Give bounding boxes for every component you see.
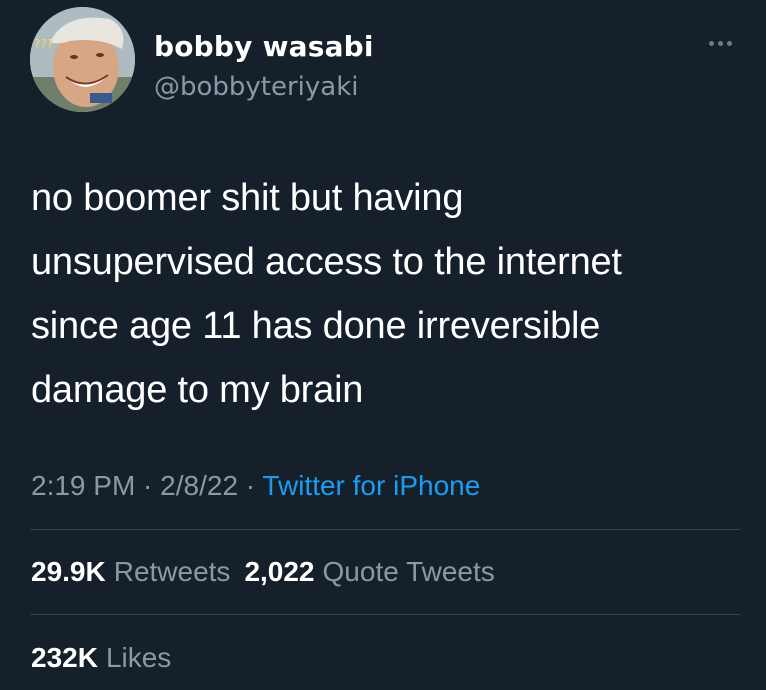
- more-options-button[interactable]: [700, 29, 740, 57]
- likes-stats: 232K Likes: [31, 640, 185, 676]
- avatar-caption: ???: [34, 37, 54, 51]
- tweet-time[interactable]: 2:19 PM: [31, 470, 135, 501]
- likes-count: 232K: [31, 642, 98, 673]
- separator-dot: ·: [238, 470, 263, 501]
- user-handle[interactable]: @bobbyteriyaki: [154, 71, 374, 103]
- tweet-metadata: 2:19 PM · 2/8/22 · Twitter for iPhone: [31, 468, 480, 504]
- likes-stat[interactable]: 232K Likes: [31, 640, 171, 676]
- separator-dot: ·: [135, 470, 161, 501]
- more-horizontal-icon: [717, 40, 723, 46]
- quote-tweets-count: 2,022: [244, 556, 315, 587]
- retweets-stat[interactable]: 29.9K Retweets: [31, 554, 230, 590]
- likes-label: Likes: [105, 642, 172, 673]
- tweet-date[interactable]: 2/8/22: [160, 470, 238, 501]
- divider: [30, 614, 740, 615]
- retweets-label: Retweets: [113, 556, 231, 587]
- avatar[interactable]: ???: [30, 7, 135, 112]
- quote-tweets-label: Quote Tweets: [322, 556, 495, 587]
- more-horizontal-icon: [708, 40, 714, 46]
- divider: [30, 529, 740, 530]
- tweet-card: ??? bobby wasabi @bobbyteriyaki no boome…: [0, 0, 766, 690]
- tweet-text: no boomer shit but having unsupervised a…: [31, 177, 622, 411]
- display-name[interactable]: bobby wasabi: [154, 31, 374, 63]
- tweet-source-link[interactable]: Twitter for iPhone: [262, 470, 480, 501]
- quote-tweets-stat[interactable]: 2,022 Quote Tweets: [244, 554, 494, 590]
- more-horizontal-icon: [726, 40, 732, 46]
- retweets-count: 29.9K: [31, 556, 106, 587]
- user-info: bobby wasabi @bobbyteriyaki: [154, 31, 374, 103]
- engagement-stats: 29.9K Retweets 2,022 Quote Tweets: [31, 554, 509, 590]
- tweet-header: ??? bobby wasabi @bobbyteriyaki: [30, 7, 740, 115]
- avatar-photo: [30, 7, 135, 112]
